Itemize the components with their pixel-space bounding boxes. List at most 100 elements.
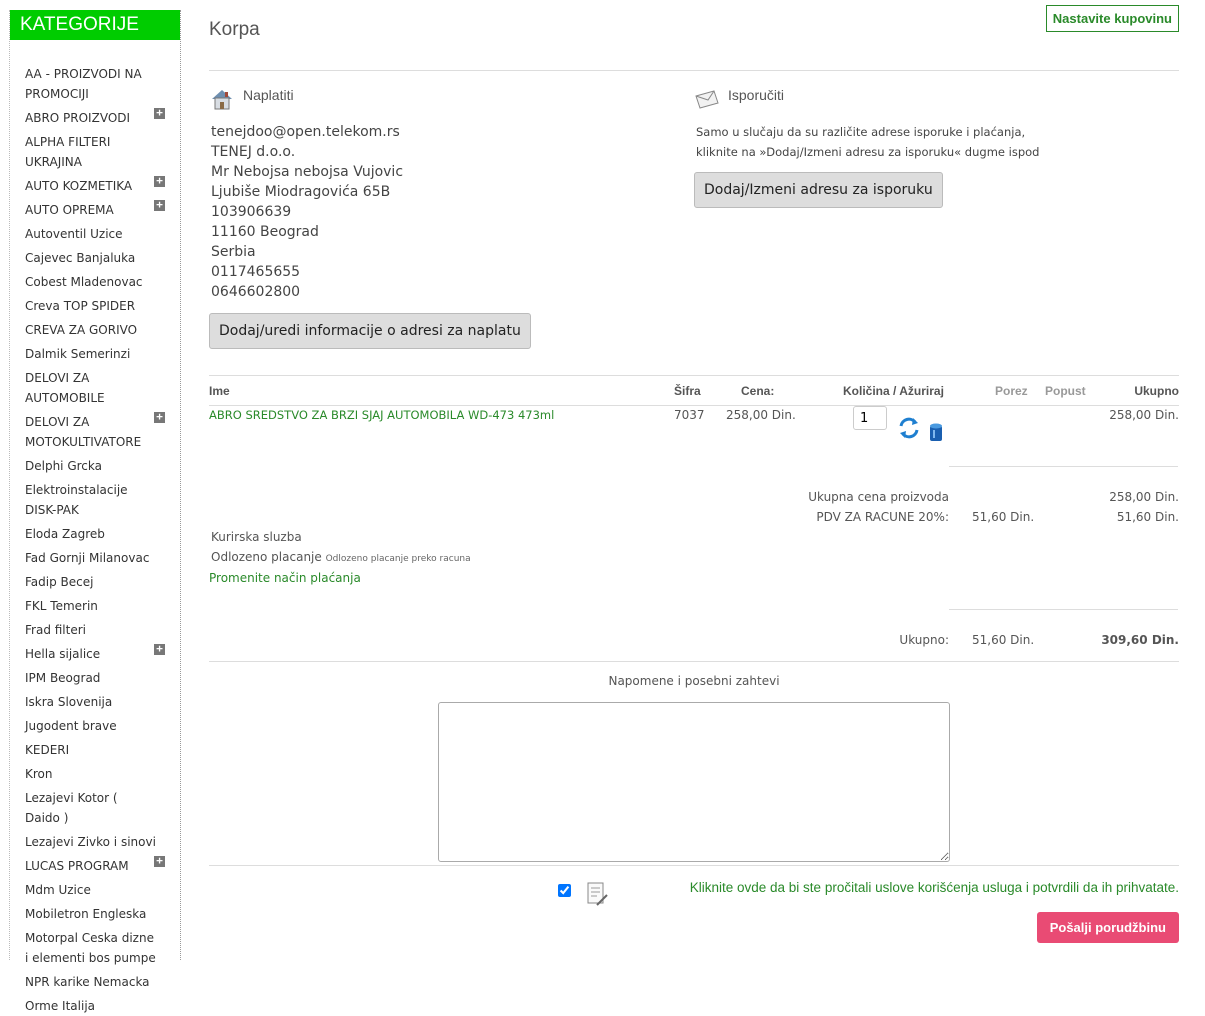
page-title: Korpa — [209, 19, 260, 40]
sidebar-category-item[interactable]: FKL Temerin — [10, 596, 180, 616]
continue-shopping-button[interactable]: Nastavite kupovinu — [1045, 5, 1179, 32]
sidebar-category-item[interactable]: Mdm Uzice — [10, 880, 180, 900]
sidebar-category-item[interactable]: ABRO PROIZVODI + — [10, 107, 180, 128]
quantity-input[interactable] — [853, 406, 887, 430]
sidebar-category-label: Fadip Becej — [25, 575, 94, 589]
billing-address-line: tenejdoo@open.telekom.rs — [211, 124, 400, 140]
expand-plus-icon[interactable]: + — [154, 175, 165, 187]
sidebar-category-item[interactable]: Elektroinstalacije DISK-PAK — [10, 480, 180, 520]
sidebar-category-label: NPR karike Nemacka — [25, 975, 150, 989]
change-payment-link[interactable]: Promenite način plaćanja — [209, 571, 361, 585]
edit-billing-address-button[interactable]: Dodaj/uredi informacije o adresi za napl… — [209, 313, 531, 349]
sidebar-category-label: Frad filteri — [25, 623, 86, 637]
refresh-icon[interactable] — [898, 417, 920, 443]
sidebar-category-label: Hella sijalice — [25, 647, 101, 661]
sidebar-category-label: DELOVI ZA AUTOMOBILE — [25, 371, 105, 405]
sidebar-category-item[interactable]: AA - PROIZVODI NA PROMOCIJI — [10, 64, 180, 104]
sidebar-category-item[interactable]: Frad filteri — [10, 620, 180, 640]
sidebar-category-item[interactable]: Cobest Mladenovac — [10, 272, 180, 292]
vat-tax: 51,60 Din. — [972, 510, 1035, 524]
sidebar-category-item[interactable]: Jugodent brave — [10, 716, 180, 736]
sidebar-category-label: Delphi Grcka — [25, 459, 102, 473]
sidebar-category-item[interactable]: IPM Beograd — [10, 668, 180, 688]
envelope-icon — [694, 88, 720, 114]
sidebar-category-item[interactable]: Lezajevi Zivko i sinovi — [10, 832, 180, 852]
billing-address: tenejdoo@open.telekom.rs TENEJ d.o.o. Mr N… — [211, 122, 403, 302]
document-icon — [585, 881, 609, 911]
billing-heading: Naplatiti — [243, 87, 294, 103]
cart-main: Korpa Nastavite kupovinu Naplatiti tenej… — [209, 0, 1179, 960]
sidebar-category-item[interactable]: ALPHA FILTERI UKRAJINA — [10, 132, 180, 172]
sidebar-category-label: CREVA ZA GORIVO — [25, 323, 138, 337]
sidebar-category-item[interactable]: Motorpal Ceska dizne i elementi bos pump… — [10, 928, 180, 968]
divider — [209, 865, 1179, 866]
sidebar-category-item[interactable]: AUTO KOZMETIKA + — [10, 175, 180, 196]
expand-plus-icon[interactable]: + — [154, 643, 165, 655]
subtotal-label: Ukupna cena proizvoda — [808, 490, 949, 504]
billing-address-line: Mr Nebojsa nebojsa Vujovic — [211, 164, 404, 180]
divider — [209, 375, 1179, 376]
sidebar-category-item[interactable]: CREVA ZA GORIVO — [10, 320, 180, 340]
terms-checkbox[interactable] — [558, 884, 571, 897]
delete-icon[interactable] — [928, 422, 944, 446]
sidebar-category-item[interactable]: DELOVI ZA MOTOKULTIVATORE + — [10, 411, 180, 452]
sidebar-category-item[interactable]: NPR karike Nemacka — [10, 972, 180, 992]
sidebar-category-item[interactable]: DELOVI ZA AUTOMOBILE — [10, 368, 180, 408]
sidebar-category-label: Autoventil Uzice — [25, 227, 123, 241]
sidebar-category-item[interactable]: Lezajevi Kotor ( Daido ) — [10, 788, 180, 828]
vat-value: 51,60 Din. — [1116, 510, 1179, 524]
col-header-discount: Popust — [1045, 384, 1086, 398]
divider — [949, 466, 1178, 467]
grand-total-value: 309,60 Din. — [1101, 633, 1179, 647]
sidebar-category-item[interactable]: KEDERI — [10, 740, 180, 760]
col-header-tax: Porez — [995, 384, 1028, 398]
terms-link[interactable]: Kliknite ovde da bi ste pročitali uslove… — [690, 880, 1179, 895]
sidebar-category-label: AUTO OPREMA — [25, 203, 114, 217]
house-icon — [209, 86, 235, 116]
payment-method-label: Odlozeno placanje — [211, 550, 322, 564]
shipping-heading: Isporučiti — [728, 87, 785, 103]
col-header-price: Cena: — [741, 384, 775, 398]
expand-plus-icon[interactable]: + — [154, 411, 165, 423]
sidebar-category-item[interactable]: Cajevec Banjaluka — [10, 248, 180, 268]
submit-order-button[interactable]: Pošalji porudžbinu — [1036, 912, 1179, 943]
sidebar-category-item[interactable]: Dalmik Semerinzi — [10, 344, 180, 364]
cart-item-name[interactable]: ABRO SREDSTVO ZA BRZI SJAJ AUTOMOBILA WD… — [209, 408, 554, 422]
sidebar-category-item[interactable]: Fadip Becej — [10, 572, 180, 592]
sidebar-category-label: DELOVI ZA MOTOKULTIVATORE — [25, 415, 142, 449]
sidebar-category-item[interactable]: Hella sijalice + — [10, 643, 180, 664]
sidebar-category-label: Elektroinstalacije DISK-PAK — [25, 483, 128, 517]
cart-item-price: 258,00 Din. — [726, 408, 796, 422]
expand-plus-icon[interactable]: + — [154, 855, 165, 867]
sidebar-category-label: Creva TOP SPIDER — [25, 299, 136, 313]
expand-plus-icon[interactable]: + — [154, 107, 165, 119]
sidebar-category-item[interactable]: Fad Gornji Milanovac — [10, 548, 180, 568]
sidebar-category-item[interactable]: Creva TOP SPIDER — [10, 296, 180, 316]
billing-address-line: Ljubiše Miodragovića 65B — [211, 184, 391, 200]
col-header-sku: Šifra — [674, 384, 701, 398]
sidebar-category-label: Iskra Slovenija — [25, 695, 113, 709]
category-header: KATEGORIJE — [10, 10, 180, 40]
sidebar-category-item[interactable]: Kron — [10, 764, 180, 784]
sidebar-category-item[interactable]: Orme Italija — [10, 996, 180, 1016]
sidebar-category-item[interactable]: Eloda Zagreb — [10, 524, 180, 544]
sidebar-category-item[interactable]: AUTO OPREMA + — [10, 199, 180, 220]
sidebar-category-label: Jugodent brave — [25, 719, 117, 733]
col-header-name: Ime — [209, 384, 230, 398]
sidebar-category-item[interactable]: Autoventil Uzice — [10, 224, 180, 244]
sidebar-category-item[interactable]: Mobiletron Engleska — [10, 904, 180, 924]
category-sidebar: KATEGORIJE AA - PROIZVODI NA PROMOCIJI AB… — [9, 10, 181, 1013]
sidebar-category-item[interactable]: Delphi Grcka — [10, 456, 180, 476]
sidebar-category-item[interactable]: LUCAS PROGRAM + — [10, 855, 180, 876]
sidebar-category-label: Cajevec Banjaluka — [25, 251, 136, 265]
notes-textarea[interactable] — [438, 702, 950, 862]
billing-address-line: TENEJ d.o.o. — [211, 144, 296, 160]
shipping-method: Kurirska sluzba — [211, 530, 302, 544]
sidebar-category-label: Dalmik Semerinzi — [25, 347, 131, 361]
divider — [949, 609, 1178, 610]
billing-address-line: 11160 Beograd — [211, 224, 319, 240]
edit-shipping-address-button[interactable]: Dodaj/Izmeni adresu za isporuku — [694, 172, 943, 208]
shipping-note-line: kliknite na »Dodaj/Izmeni adresu za ispo… — [696, 145, 1040, 159]
sidebar-category-item[interactable]: Iskra Slovenija — [10, 692, 180, 712]
expand-plus-icon[interactable]: + — [154, 199, 165, 211]
